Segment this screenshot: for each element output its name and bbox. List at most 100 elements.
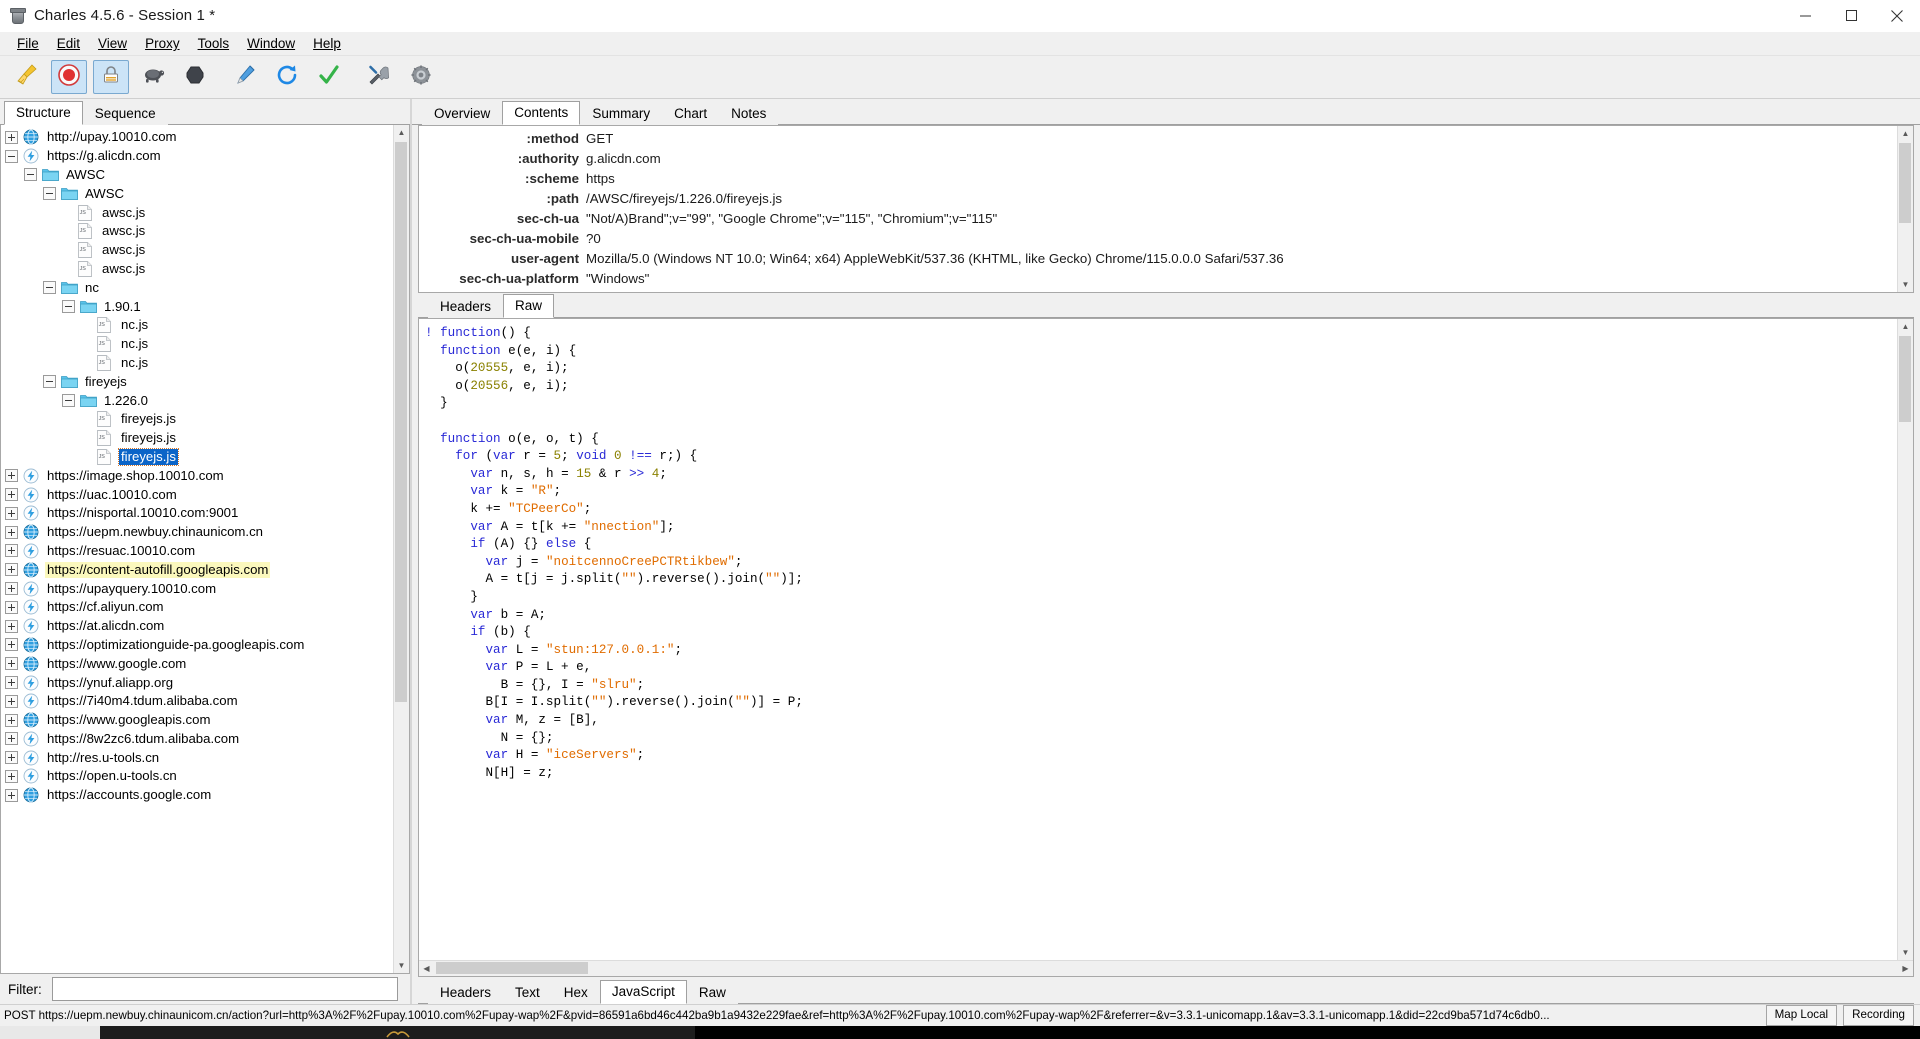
tree-node[interactable]: JS awsc.js [1,241,393,260]
expand-icon[interactable] [5,563,18,577]
expand-icon[interactable] [5,657,18,671]
start-stop-recording-button[interactable] [51,60,87,94]
tab-summary[interactable]: Summary [580,102,663,125]
minimize-icon[interactable] [1782,0,1828,31]
menu-file[interactable]: File [8,34,48,53]
tab-sequence[interactable]: Sequence [82,102,168,125]
tree-node[interactable]: AWSC [1,184,393,203]
code-horizontal-scrollbar[interactable]: ◀ ▶ [419,960,1913,976]
expand-icon[interactable] [5,469,18,483]
collapse-icon[interactable] [5,149,18,163]
tree-node[interactable]: JS fireyejs.js [1,447,393,467]
scroll-down-icon[interactable]: ▼ [394,958,409,973]
filter-input[interactable] [51,977,398,1001]
tree-node[interactable]: AWSC [1,166,393,185]
collapse-icon[interactable] [24,168,37,182]
code-scroll-down-icon[interactable]: ▼ [1898,945,1913,960]
expand-icon[interactable] [5,638,18,652]
tree-node[interactable]: JS nc.js [1,354,393,373]
tree-node[interactable]: https://nisportal.10010.com:9001 [1,504,393,523]
tree-node[interactable]: https://optimizationguide-pa.googleapis.… [1,636,393,655]
menu-view[interactable]: View [89,34,136,53]
tree-node[interactable]: https://accounts.google.com [1,786,393,805]
tree-node[interactable]: https://ynuf.aliapp.org [1,673,393,692]
tree-node[interactable]: nc [1,278,393,297]
header-row[interactable]: :scheme https [419,169,1897,189]
collapse-icon[interactable] [62,300,75,314]
code-hscroll-thumb[interactable] [436,962,588,974]
header-row[interactable]: accept*/* [419,289,1897,292]
tree-node[interactable]: https://cf.aliyun.com [1,598,393,617]
tree-node[interactable]: https://open.u-tools.cn [1,767,393,786]
tree-node[interactable]: JS nc.js [1,335,393,354]
header-row[interactable]: user-agent Mozilla/5.0 (Windows NT 10.0; … [419,249,1897,269]
collapse-icon[interactable] [43,281,56,295]
tree-scroll-thumb[interactable] [395,142,407,702]
expand-icon[interactable] [5,769,18,783]
collapse-icon[interactable] [43,375,56,389]
tab-contents[interactable]: Contents [502,101,581,125]
subtab-response-text[interactable]: Text [503,981,552,1004]
headers-scroll-thumb[interactable] [1899,143,1911,223]
validate-button[interactable] [311,60,347,94]
tree-vertical-scrollbar[interactable]: ▲ ▼ [393,125,409,973]
tree-node[interactable]: https://7i40m4.tdum.alibaba.com [1,692,393,711]
header-row[interactable]: :authority g.alicdn.com [419,149,1897,169]
tree-node[interactable]: JS nc.js [1,316,393,335]
menu-proxy[interactable]: Proxy [136,34,189,53]
tab-chart[interactable]: Chart [662,102,720,125]
maximize-icon[interactable] [1828,0,1874,31]
tree-node[interactable]: fireyejs [1,372,393,391]
tree-node[interactable]: https://g.alicdn.com [1,147,393,166]
subtab-response-raw[interactable]: Raw [686,981,738,1004]
expand-icon[interactable] [5,525,18,539]
header-row[interactable]: sec-ch-ua "Not/A)Brand";v="99", "Google C… [419,209,1897,229]
tree-node[interactable]: https://uepm.newbuy.chinaunicom.cn [1,523,393,542]
subtab-response-hex[interactable]: Hex [551,981,600,1004]
header-row[interactable]: sec-ch-ua-platform "Windows" [419,269,1897,289]
session-tree[interactable]: http://upay.10010.com https://g.alicdn.co… [1,125,393,973]
expand-icon[interactable] [5,732,18,746]
settings-button[interactable] [403,60,439,94]
tree-node[interactable]: 1.226.0 [1,391,393,410]
expand-icon[interactable] [5,694,18,708]
subtab-response-headers[interactable]: Headers [428,981,504,1004]
repeat-button[interactable] [269,60,305,94]
menu-window[interactable]: Window [238,34,304,53]
tree-node[interactable]: JS awsc.js [1,260,393,279]
close-icon[interactable] [1874,0,1920,31]
expand-icon[interactable] [5,130,18,144]
tools-button[interactable] [361,60,397,94]
code-scroll-left-icon[interactable]: ◀ [419,961,434,976]
subtab-response-javascript[interactable]: JavaScript [599,980,687,1004]
expand-icon[interactable] [5,713,18,727]
tree-node[interactable]: https://upayquery.10010.com [1,579,393,598]
tree-node[interactable]: 1.90.1 [1,297,393,316]
ssl-proxying-button[interactable] [93,60,129,94]
javascript-code-viewer[interactable]: ! function() { function e(e, i) { o(2055… [419,319,1897,960]
tree-node[interactable]: https://www.googleapis.com [1,711,393,730]
code-vertical-scrollbar[interactable]: ▲ ▼ [1897,319,1913,960]
tree-node[interactable]: https://uac.10010.com [1,485,393,504]
tree-node[interactable]: http://res.u-tools.cn [1,748,393,767]
tree-node[interactable]: https://resuac.10010.com [1,542,393,561]
tree-node[interactable]: https://www.google.com [1,654,393,673]
tab-notes[interactable]: Notes [719,102,779,125]
expand-icon[interactable] [5,751,18,765]
expand-icon[interactable] [5,619,18,633]
compose-button[interactable] [227,60,263,94]
tree-node[interactable]: https://at.alicdn.com [1,617,393,636]
code-hscroll-track[interactable] [434,961,1898,976]
headers-scroll-track[interactable] [1898,141,1913,277]
tree-node[interactable]: https://content-autofill.googleapis.com [1,560,393,579]
scroll-up-icon[interactable]: ▲ [394,125,409,140]
headers-vertical-scrollbar[interactable]: ▲ ▼ [1897,126,1913,292]
header-row[interactable]: sec-ch-ua-mobile ?0 [419,229,1897,249]
collapse-icon[interactable] [62,394,75,408]
expand-icon[interactable] [5,676,18,689]
menu-edit[interactable]: Edit [48,34,89,53]
tree-node[interactable]: JS fireyejs.js [1,410,393,429]
header-row[interactable]: :method GET [419,129,1897,149]
tab-overview[interactable]: Overview [422,102,503,125]
subtab-request-raw[interactable]: Raw [503,294,555,318]
